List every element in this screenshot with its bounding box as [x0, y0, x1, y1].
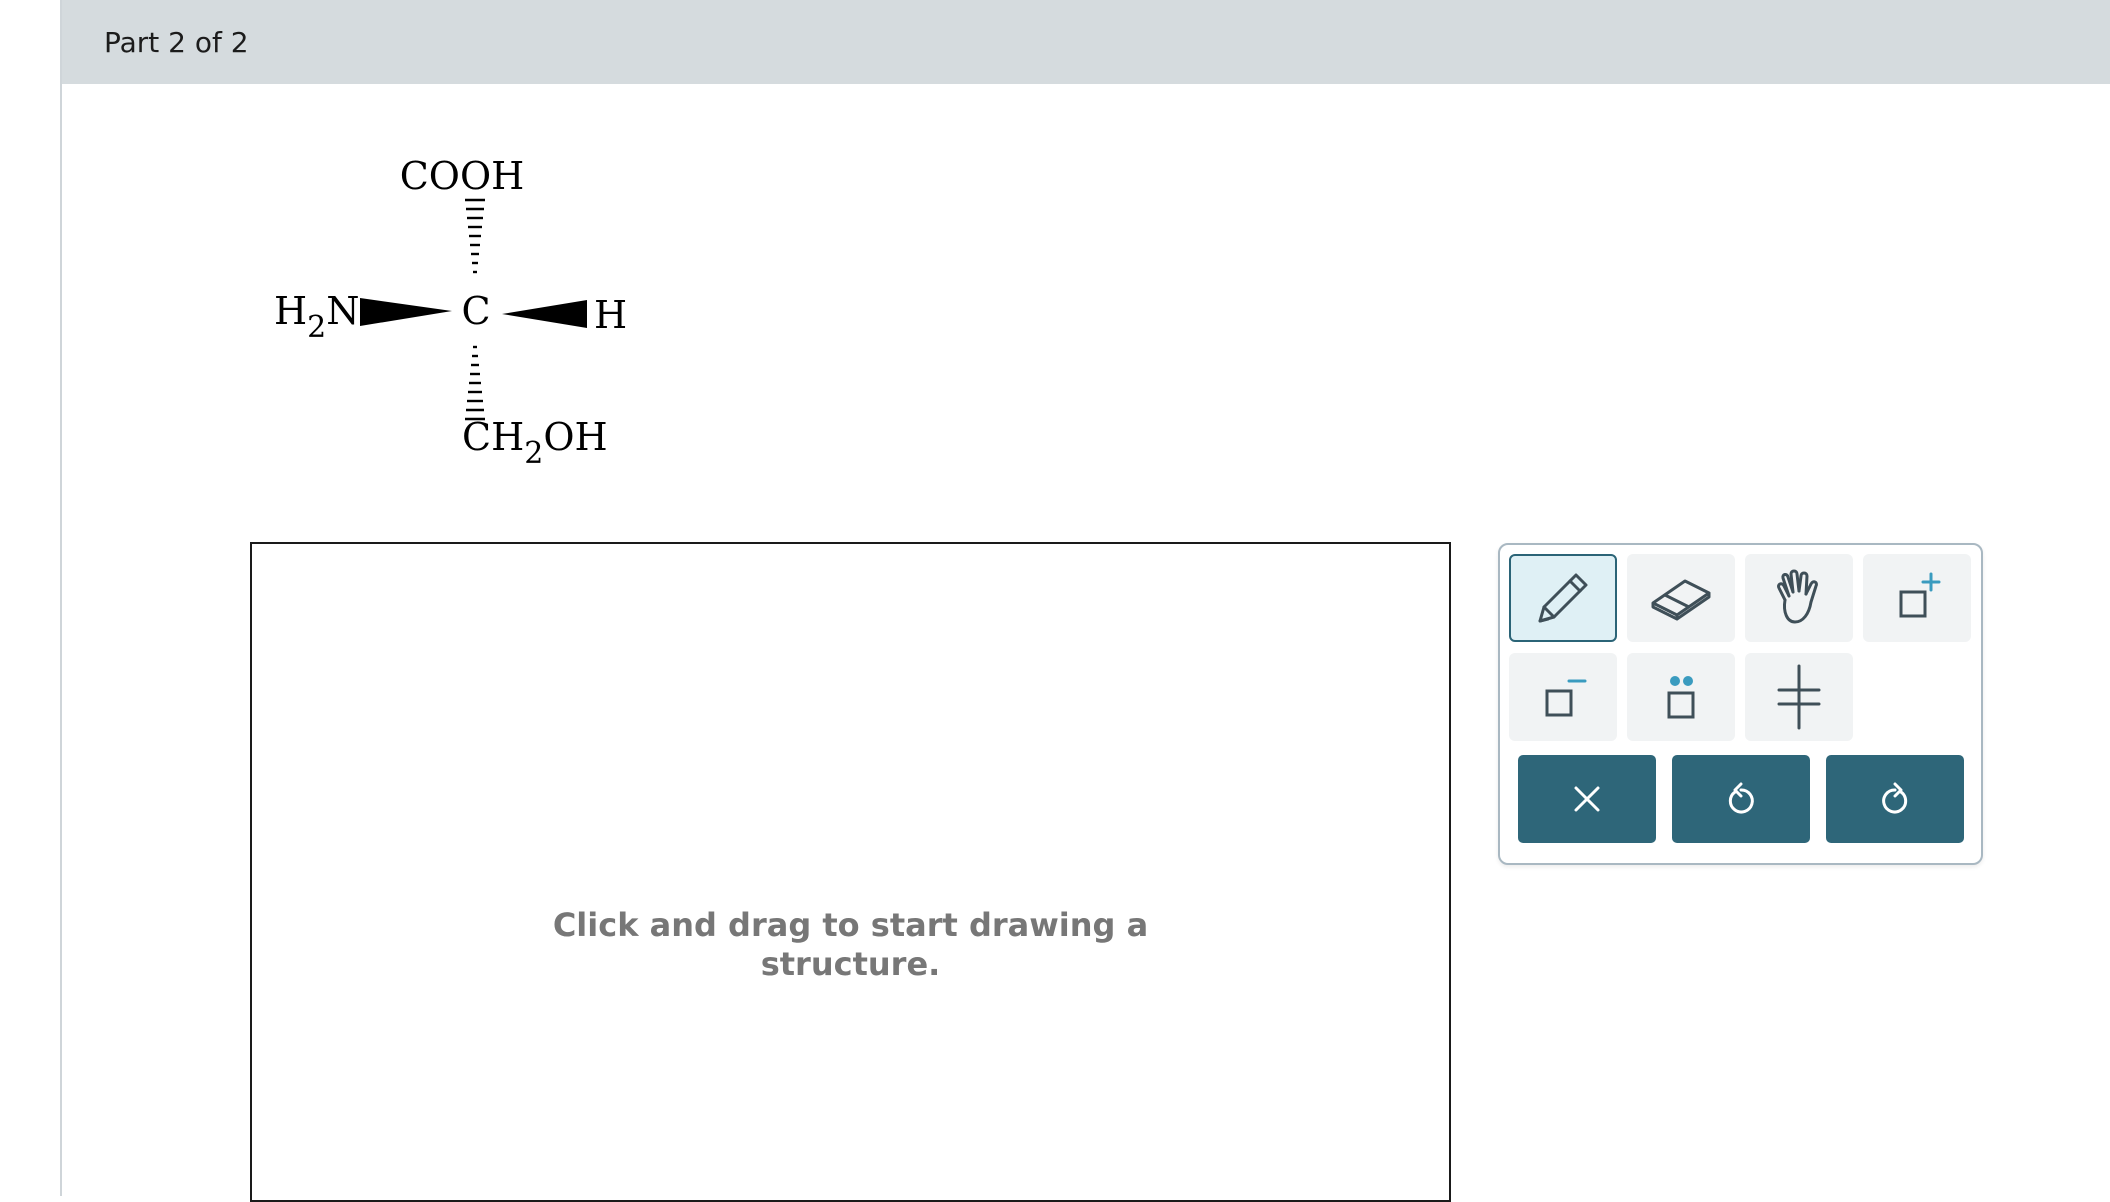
left-group-label: H2N — [274, 289, 359, 345]
template-tool[interactable] — [1745, 653, 1853, 741]
center-atom-label: C — [461, 289, 490, 333]
undo-icon — [1728, 782, 1754, 814]
redo-button[interactable] — [1826, 755, 1964, 843]
negative-charge-icon — [1545, 679, 1587, 717]
negative-charge-tool[interactable] — [1509, 653, 1617, 741]
canvas-hint: Click and drag to start drawing a struct… — [252, 906, 1449, 984]
lone-pair-tool[interactable] — [1627, 653, 1735, 741]
lone-pair-icon — [1667, 676, 1695, 719]
pencil-icon — [1538, 573, 1588, 623]
question-panel: Part 2 of 2 COOH C H2N H CH2OH Click and… — [60, 0, 2110, 1202]
canvas-hint-line1: Click and drag to start drawing a — [552, 906, 1149, 944]
eraser-icon — [1651, 579, 1711, 621]
hash-icon — [1777, 664, 1821, 730]
pencil-tool[interactable] — [1509, 554, 1617, 642]
hand-icon — [1777, 569, 1818, 624]
canvas-hint-line2: structure. — [760, 945, 941, 983]
hand-tool[interactable] — [1745, 554, 1853, 642]
drawing-canvas[interactable]: Click and drag to start drawing a struct… — [250, 542, 1451, 1202]
undo-button[interactable] — [1672, 755, 1810, 843]
drawing-toolbox — [1498, 543, 1983, 865]
wedge-bond-left — [360, 298, 452, 326]
redo-icon — [1882, 782, 1908, 814]
part-label: Part 2 of 2 — [104, 26, 249, 59]
part-header: Part 2 of 2 — [62, 0, 2110, 84]
close-icon — [1574, 786, 1600, 812]
wedge-bond-right — [502, 300, 587, 328]
eraser-tool[interactable] — [1627, 554, 1735, 642]
positive-charge-icon — [1899, 572, 1941, 618]
right-group-label: H — [594, 293, 627, 337]
molecule-drawing: COOH C H2N H CH2OH — [274, 154, 627, 471]
molecule-structure: COOH C H2N H CH2OH — [252, 140, 672, 500]
clear-button[interactable] — [1518, 755, 1656, 843]
hashed-bond-up — [465, 198, 485, 274]
positive-charge-tool[interactable] — [1863, 554, 1971, 642]
hashed-bond-down — [465, 345, 485, 421]
top-group-label: COOH — [400, 154, 525, 198]
bottom-group-label: CH2OH — [462, 415, 608, 471]
